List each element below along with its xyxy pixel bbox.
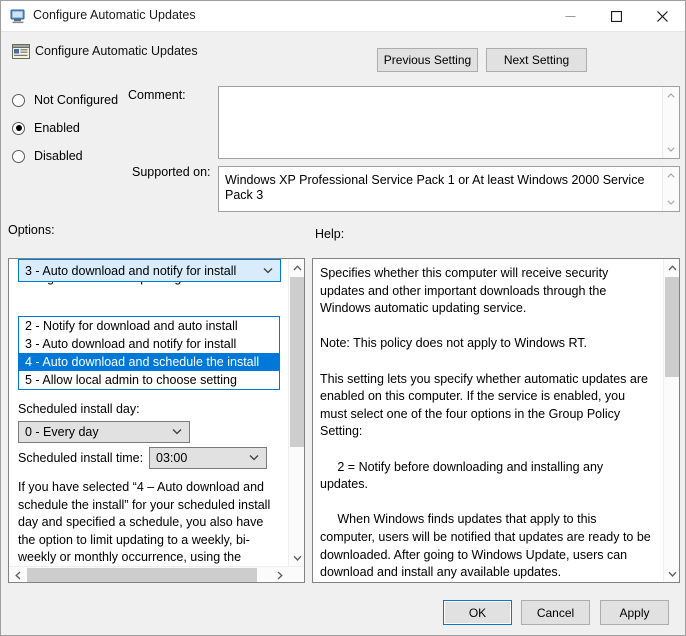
configure-automatic-updating-dropdown-list[interactable]: 2 - Notify for download and auto install… bbox=[18, 316, 280, 390]
help-vertical-scrollbar[interactable] bbox=[663, 259, 679, 582]
options-description-text: If you have selected “4 – Auto download … bbox=[18, 480, 271, 564]
chevron-down-icon bbox=[249, 453, 259, 464]
radio-disabled-mark bbox=[12, 149, 25, 163]
radio-not-configured[interactable]: Not Configured bbox=[12, 91, 118, 109]
scheduled-install-day-label: Scheduled install day: bbox=[18, 402, 140, 416]
chevron-up-icon[interactable] bbox=[663, 167, 679, 184]
previous-setting-button[interactable]: Previous Setting bbox=[377, 48, 478, 72]
ok-button[interactable]: OK bbox=[443, 600, 512, 625]
maximize-button[interactable] bbox=[593, 1, 639, 31]
help-label: Help: bbox=[315, 227, 345, 241]
configure-automatic-updating-combobox[interactable]: 3 - Auto download and notify for install bbox=[18, 259, 281, 282]
comment-label: Comment: bbox=[128, 88, 186, 102]
radio-enabled-label: Enabled bbox=[34, 121, 80, 135]
radio-not-configured-label: Not Configured bbox=[34, 93, 119, 107]
chevron-left-icon[interactable] bbox=[9, 567, 26, 583]
chevron-down-icon bbox=[172, 427, 182, 438]
chevron-down-icon[interactable] bbox=[663, 141, 679, 158]
radio-disabled-label: Disabled bbox=[34, 149, 83, 163]
supported-on-scrollbar[interactable] bbox=[662, 167, 679, 211]
help-text: Specifies whether this computer will rec… bbox=[320, 266, 651, 580]
scheduled-install-time-value: 03:00 bbox=[156, 451, 188, 465]
chevron-up-icon[interactable] bbox=[664, 259, 679, 276]
options-hscrollbar-thumb[interactable] bbox=[27, 568, 257, 582]
supported-on-value: Windows XP Professional Service Pack 1 o… bbox=[225, 173, 645, 202]
group-policy-setting-icon bbox=[12, 43, 30, 61]
radio-disabled[interactable]: Disabled bbox=[12, 147, 83, 165]
options-label: Options: bbox=[8, 223, 55, 237]
chevron-up-icon[interactable] bbox=[289, 259, 305, 276]
comment-textarea[interactable] bbox=[218, 86, 680, 159]
radio-not-configured-mark bbox=[12, 93, 25, 107]
chevron-right-icon[interactable] bbox=[271, 567, 288, 583]
chevron-up-icon[interactable] bbox=[663, 87, 679, 104]
chevron-down-icon bbox=[263, 265, 273, 276]
options-scrollbar-thumb[interactable] bbox=[290, 277, 304, 447]
dropdown-option[interactable]: 5 - Allow local admin to choose setting bbox=[19, 371, 279, 389]
comment-scrollbar[interactable] bbox=[662, 87, 679, 158]
options-pane: Configure automatic updating: 3 - Auto d… bbox=[8, 258, 305, 583]
radio-enabled[interactable]: Enabled bbox=[12, 119, 80, 137]
dropdown-option[interactable]: 3 - Auto download and notify for install bbox=[19, 335, 279, 353]
cancel-button[interactable]: Cancel bbox=[521, 600, 590, 625]
help-pane: Specifies whether this computer will rec… bbox=[312, 258, 680, 583]
close-icon bbox=[639, 1, 685, 31]
next-setting-button[interactable]: Next Setting bbox=[486, 48, 587, 72]
radio-enabled-mark bbox=[12, 121, 25, 135]
close-button[interactable] bbox=[639, 1, 685, 31]
configure-automatic-updating-value: 3 - Auto download and notify for install bbox=[25, 263, 237, 278]
window-title: Configure Automatic Updates bbox=[33, 8, 196, 22]
setting-title: Configure Automatic Updates bbox=[35, 44, 198, 58]
scheduled-install-day-value: 0 - Every day bbox=[25, 425, 99, 439]
supported-on-label: Supported on: bbox=[132, 165, 211, 179]
scheduled-install-time-combobox[interactable]: 03:00 bbox=[149, 447, 267, 469]
scheduled-install-day-combobox[interactable]: 0 - Every day bbox=[18, 421, 190, 443]
options-content: Configure automatic updating: 3 - Auto d… bbox=[9, 259, 289, 565]
minimize-icon bbox=[547, 1, 593, 31]
title-bar: Configure Automatic Updates bbox=[1, 1, 685, 32]
chevron-down-icon[interactable] bbox=[289, 549, 305, 566]
help-scrollbar-thumb[interactable] bbox=[665, 277, 679, 377]
scheduled-install-time-label: Scheduled install time: bbox=[18, 451, 144, 465]
maximize-icon bbox=[593, 1, 639, 31]
supported-on-textarea[interactable]: Windows XP Professional Service Pack 1 o… bbox=[218, 166, 680, 212]
dropdown-option-highlighted[interactable]: 4 - Auto download and schedule the insta… bbox=[19, 353, 279, 371]
apply-button[interactable]: Apply bbox=[600, 600, 669, 625]
policy-window-icon bbox=[10, 8, 27, 25]
dropdown-option[interactable]: 2 - Notify for download and auto install bbox=[19, 317, 279, 335]
configure-automatic-updates-dialog: Configure Automatic Updates Configure Au… bbox=[0, 0, 686, 636]
chevron-down-icon[interactable] bbox=[663, 194, 679, 211]
options-horizontal-scrollbar[interactable] bbox=[9, 566, 304, 582]
minimize-button[interactable] bbox=[547, 1, 593, 31]
chevron-down-icon[interactable] bbox=[664, 565, 679, 582]
options-vertical-scrollbar[interactable] bbox=[288, 259, 304, 566]
